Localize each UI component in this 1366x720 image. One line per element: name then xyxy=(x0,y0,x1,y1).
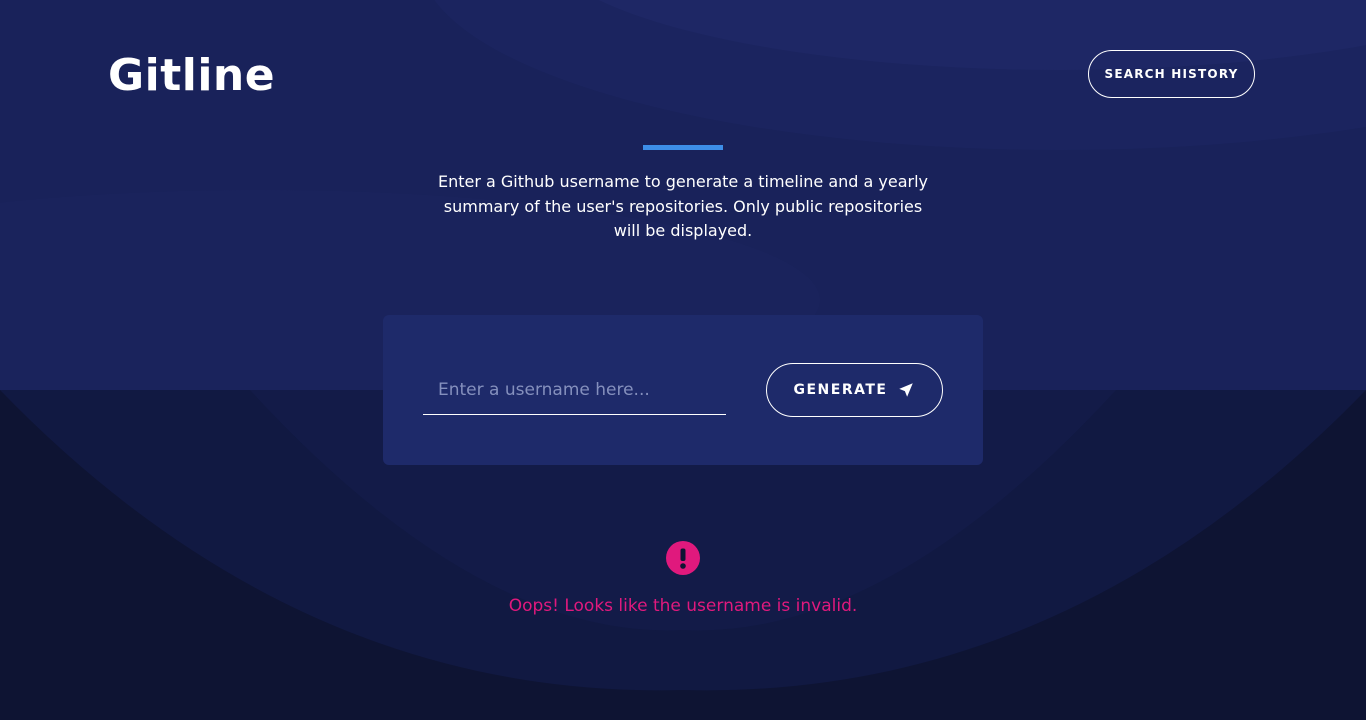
error-message: Oops! Looks like the username is invalid… xyxy=(508,596,858,616)
intro-text: Enter a Github username to generate a ti… xyxy=(437,172,929,240)
generate-label: GENERATE xyxy=(793,382,888,398)
accent-divider xyxy=(643,145,723,150)
search-history-button[interactable]: SEARCH HISTORY xyxy=(1088,50,1255,98)
username-input[interactable] xyxy=(423,365,726,415)
search-card: GENERATE xyxy=(383,315,983,465)
paper-plane-icon xyxy=(897,381,915,399)
app-logo[interactable]: Gitline xyxy=(108,50,275,102)
generate-button[interactable]: GENERATE xyxy=(766,363,943,417)
exclamation-circle-icon xyxy=(666,541,700,575)
